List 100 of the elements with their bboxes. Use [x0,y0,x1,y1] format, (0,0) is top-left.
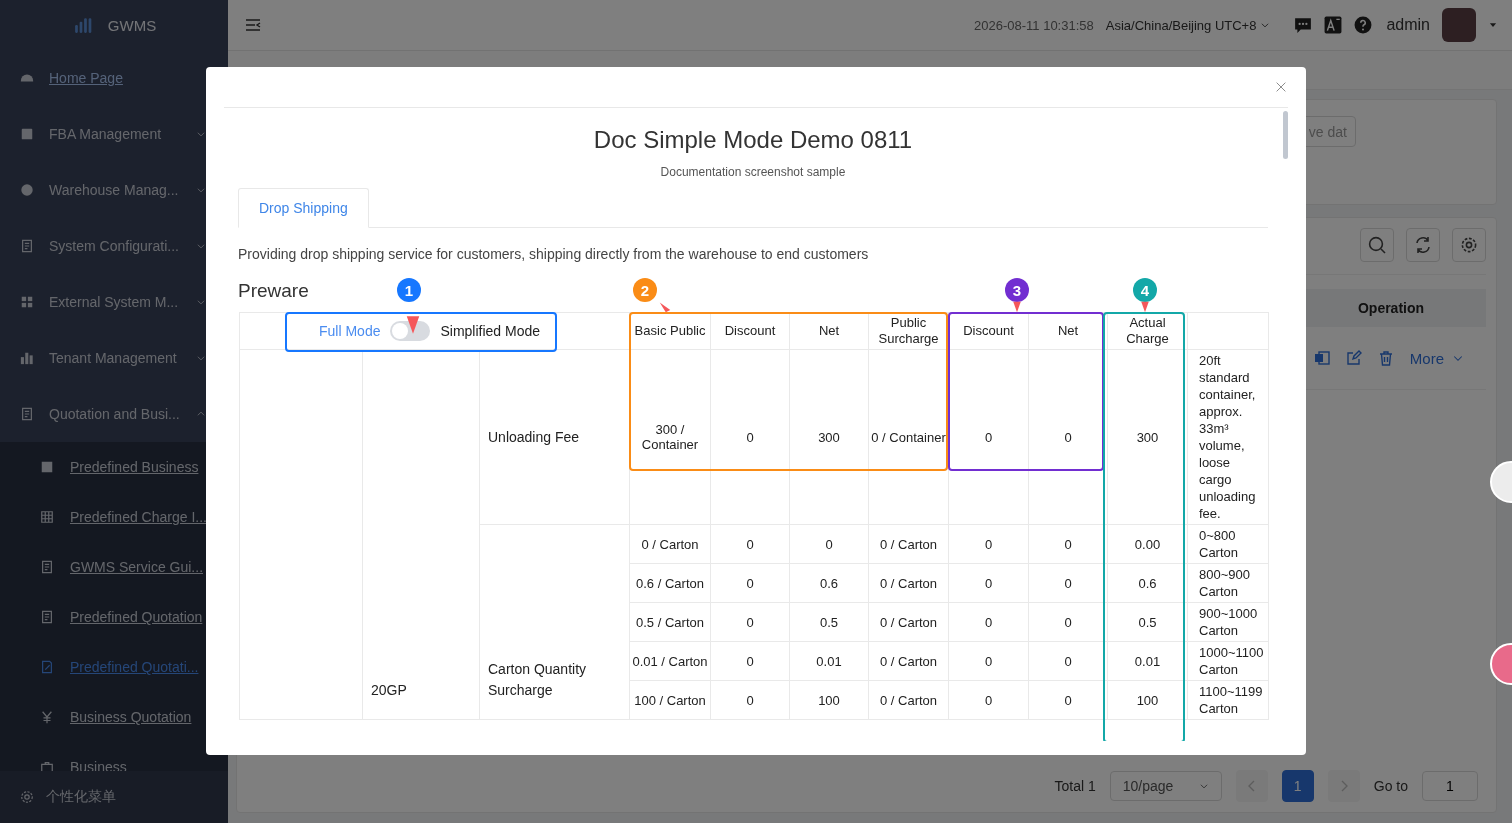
menu-icon[interactable] [244,17,262,33]
table-cell: 0.5 [1138,614,1157,630]
more-link[interactable]: More [1409,349,1464,367]
table-cell: 0 [746,692,754,708]
menu-item[interactable]: Quotation and Busi... [0,386,228,442]
calendar-icon [40,460,54,474]
table-cell: 0 [1064,575,1072,591]
remark-cell: 0~800 Carton [1199,528,1239,560]
edit-icon [40,660,54,674]
refresh-icon[interactable] [1406,228,1440,262]
help-icon[interactable] [1354,16,1373,34]
total-count: Total 1 [1054,778,1096,794]
menu-item[interactable]: Home Page [0,50,228,106]
menu-item[interactable]: Predefined Quotati... [0,642,228,692]
trash-icon[interactable] [1377,350,1394,366]
table-cell: 0 [1064,536,1072,552]
table-cell: Unloading Fee [488,428,580,445]
pointer-arrow-icon [1139,301,1151,313]
menu-item[interactable]: Predefined Charge I... [0,492,228,542]
menu-item[interactable]: Predefined Quotation [0,592,228,642]
document-icon [20,239,34,253]
table-cell: 0 [1064,692,1072,708]
timezone-dropdown[interactable]: Asia/China/Beijing UTC+8 [1105,17,1271,33]
search-icon[interactable] [1360,228,1394,262]
table-cell: 0 [746,614,754,630]
table-cell: 0.01 / Carton [632,653,708,669]
table-cell: 0 [746,429,754,445]
menu-item[interactable]: FBA Management [0,106,228,162]
menu-item[interactable]: System Configurati... [0,218,228,274]
table-cell: 0 / Carton [641,536,699,552]
menu-item[interactable]: External System M... [0,274,228,330]
table-cell: 300 [818,429,840,445]
menu-item[interactable]: Tenant Management [0,330,228,386]
document-icon [40,560,54,574]
document-icon [40,610,54,624]
table-cell: 0 / Carton [879,575,938,591]
yen-icon [40,710,54,724]
table-cell: 300 [1136,429,1159,445]
table-cell: 0 [984,692,993,708]
table-cell: 0.6 [1138,575,1157,591]
pointer-arrow-icon [659,301,671,313]
table-cell: 0 [825,536,833,552]
user-name[interactable]: admin [1386,16,1430,34]
table-cell: 0 [984,653,993,669]
menu-item[interactable]: Predefined Business [0,442,228,492]
table-cell: 0 [1064,653,1072,669]
table-cell: 0.01 [816,653,842,669]
translate-icon[interactable] [1324,16,1343,34]
table-icon [40,510,54,524]
number-badge: 1 [397,278,421,302]
table-cell: Carton Quantity Surcharge [488,661,587,698]
table-cell: 0 / Container [871,429,946,445]
table-cell: 100 [1136,692,1159,708]
table-cell: 0 / Carton [879,653,938,669]
avatar[interactable] [1442,8,1476,42]
settings-icon [20,790,34,804]
tab[interactable]: Drop Shipping [238,188,369,228]
datetime-text: 2026-08-11 10:31:58 [974,17,1094,33]
table-cell: 20GP [371,682,407,698]
table-cell: 0 [984,575,993,591]
section-title: Preware [238,280,309,302]
number-badge: 3 [1005,278,1029,302]
edit-icon[interactable] [1345,350,1362,366]
page-button[interactable]: 1 [1281,770,1314,802]
table-cell: 0 [746,653,754,669]
app-logo-text: GWMS [107,16,157,34]
table-cell: 0 [984,614,993,630]
remark-cell: 1000~1100 Carton [1199,645,1264,677]
goto-field[interactable]: 1 [1422,771,1478,801]
footer-menu-item[interactable]: 个性化菜单 [0,771,228,823]
table-cell: 100 [818,692,840,708]
mode-switch[interactable] [390,321,431,341]
number-badge: 2 [633,278,657,302]
mode-label: Full Mode [319,323,381,339]
close-icon[interactable] [1274,80,1288,94]
document-icon [20,407,34,421]
spreadsheet-icon[interactable] [1313,350,1330,366]
table-cell: 0 [984,536,993,552]
menu-item[interactable]: Business Quotation [0,692,228,742]
table-cell: 0.5 [819,614,839,630]
goto-label: Go to [1373,778,1408,794]
scrollbar-thumb[interactable] [1283,111,1288,159]
chevron-down-icon [1198,781,1209,791]
briefcase-icon [40,760,54,771]
description-text: Providing drop shipping service for customers, shipping directly from the warehouse to end customers [238,246,870,262]
page-size-select[interactable]: 10/page [1109,771,1222,801]
number-badge: 4 [1133,278,1157,302]
table-cell: 0 / Carton [879,614,938,630]
chevron-down-icon [1260,20,1271,30]
globe-icon [20,183,34,197]
menu-item[interactable]: GWMS Service Gui... [0,542,228,592]
remark-cell: 20ft standard container, approx. 33m³ volume, loose cargo unloading fee. [1199,353,1256,521]
menu-item[interactable]: Warehouse Manag... [0,162,228,218]
square-icon [20,127,34,141]
table-cell: 0 [746,536,754,552]
table-cell: 0.6 / Carton [636,575,704,591]
table-cell: 0.5 / Carton [636,614,704,630]
settings-icon[interactable] [1452,228,1486,262]
chat-icon[interactable] [1294,16,1313,34]
pointer-arrow-icon [1011,301,1023,313]
